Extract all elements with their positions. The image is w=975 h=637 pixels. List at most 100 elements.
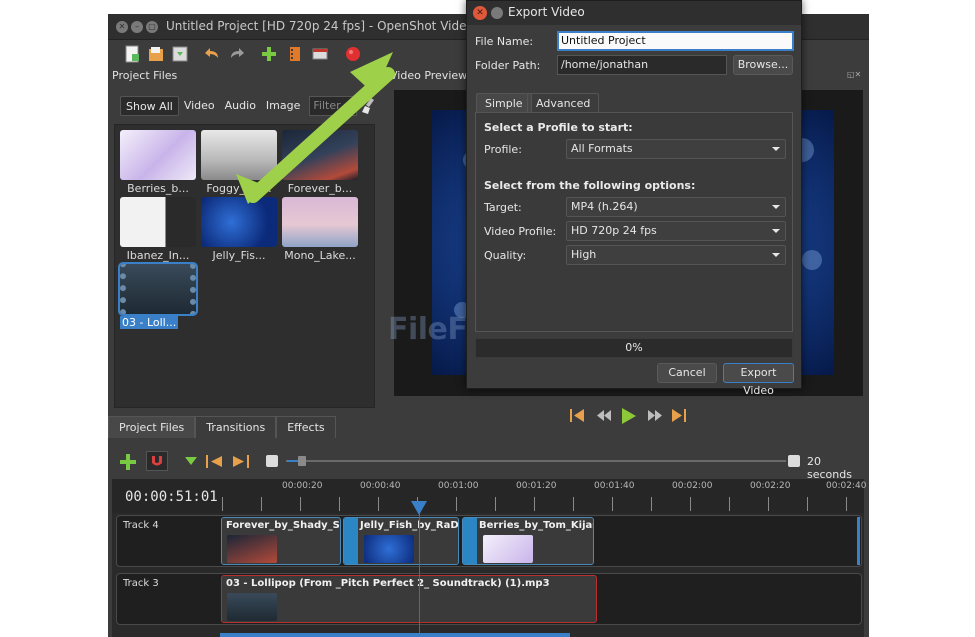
track-name: Track 3 [123,578,159,589]
clip[interactable]: Forever_by_Shady_S... [221,517,341,565]
add-track-icon[interactable] [118,452,138,472]
ruler-tick [456,497,457,511]
bottom-tabs: Project Files Transitions Effects [108,416,336,438]
ruler-label: 00:00:20 [282,481,323,491]
zoom-out-icon[interactable] [266,455,278,467]
play-icon[interactable] [622,408,636,424]
clip[interactable]: Berries_by_Tom_Kijas.j... [462,517,594,565]
clip-thumbnail [483,535,533,563]
maximize-window-icon[interactable]: ▢ [146,21,158,33]
window-title: Untitled Project [HD 720p 24 fps] - Open… [166,19,493,33]
tab-effects[interactable]: Effects [276,416,336,438]
ruler-tick [378,497,379,511]
profile-select[interactable]: All Formats [566,139,786,159]
export-video-button[interactable]: Export Video [723,363,794,397]
export-progress-bar: 0% [475,338,793,358]
clip-title: Jelly_Fish_by_RaDu_G... [360,520,459,531]
ruler-tick [339,497,340,511]
profile-label: Profile: [484,143,522,156]
browse-button[interactable]: Browse... [733,55,793,75]
add-marker-icon[interactable] [184,455,198,469]
ruler-label: 00:01:40 [594,481,635,491]
transition-marker[interactable] [344,518,358,564]
ruler-tick [495,497,496,511]
tab-simple[interactable]: Simple [476,93,532,113]
video-profile-select-value: HD 720p 24 fps [571,224,657,237]
ruler-tick [807,497,808,511]
dialog-title: Export Video [508,5,585,19]
magnet-icon [152,456,162,466]
minimize-window-icon[interactable]: – [131,21,143,33]
quality-select-value: High [571,248,597,261]
file-thumbnail [118,262,198,316]
profile-select-value: All Formats [571,142,633,155]
tab-advanced[interactable]: Advanced [527,93,600,113]
video-profile-label: Video Profile: [484,225,557,238]
fast-forward-icon[interactable] [648,410,662,421]
zoom-in-icon[interactable] [788,455,800,467]
track-4: Track 4 Forever_by_Shady_S... Jelly_Fish… [116,515,862,567]
playhead-handle[interactable] [411,501,427,515]
rewind-icon[interactable] [597,410,611,421]
ruler-tick [690,497,691,511]
folder-path-label: Folder Path: [475,59,541,72]
progress-text: 0% [625,341,643,354]
close-window-icon[interactable]: ✕ [116,21,128,33]
timeline-toolbar: 20 seconds [108,449,869,481]
clip-title: Forever_by_Shady_S... [226,520,341,531]
tab-project-files[interactable]: Project Files [108,416,196,438]
ruler-tick [612,497,613,511]
dialog-close-icon[interactable]: ✕ [473,6,487,20]
target-select[interactable]: MP4 (h.264) [566,197,786,217]
timecode-display: 00:00:51:01 [125,489,218,505]
clip-title: 03 - Lollipop (From _Pitch Perfect 2_ So… [226,578,550,589]
transition-marker[interactable] [463,518,477,564]
simple-tab-content: Select a Profile to start: Profile: All … [475,112,793,332]
horizontal-scrollbar[interactable] [220,633,570,637]
chevron-down-icon [772,253,780,257]
timeline-ruler[interactable]: 00:00:51:01 00:00:20 00:00:40 00:01:00 0… [112,479,866,513]
zoom-slider-handle[interactable] [298,456,306,466]
video-profile-select[interactable]: HD 720p 24 fps [566,221,786,241]
ruler-tick [729,497,730,511]
clip-thumbnail [227,593,277,621]
chevron-down-icon [772,147,780,151]
quality-select[interactable]: High [566,245,786,265]
folder-path-input[interactable]: /home/jonathan [557,55,727,75]
clip-title: Berries_by_Tom_Kijas.j... [479,520,593,531]
chevron-down-icon [772,229,780,233]
zoom-slider[interactable] [286,460,786,462]
playhead[interactable] [419,503,420,637]
ruler-label: 00:00:40 [360,481,401,491]
target-select-value: MP4 (h.264) [571,200,638,213]
audio-clip[interactable]: 03 - Lollipop (From _Pitch Perfect 2_ So… [221,575,597,623]
timeline: 00:00:51:01 00:00:20 00:00:40 00:01:00 0… [112,479,866,637]
profile-heading: Select a Profile to start: [484,121,633,134]
dialog-title-bar: ✕ Export Video [467,1,801,25]
previous-marker-icon[interactable] [205,454,225,470]
quality-label: Quality: [484,249,527,262]
snapping-toggle[interactable] [146,451,168,471]
options-heading: Select from the following options: [484,179,696,192]
preview-float-icon[interactable]: ◱✕ [847,70,861,79]
target-label: Target: [484,201,522,214]
file-label: Mono_Lake... [284,249,356,262]
clip[interactable]: Jelly_Fish_by_RaDu_G... [343,517,459,565]
ruler-tick [846,497,847,511]
track-edge [857,517,860,565]
tab-transitions[interactable]: Transitions [195,416,277,438]
file-label: Ibanez_In... [126,249,190,262]
file-item-selected[interactable]: 03 - Loll... [118,262,198,330]
dialog-minimize-icon[interactable] [491,7,503,19]
chevron-down-icon [772,205,780,209]
clip-thumbnail [227,535,277,563]
jump-start-icon[interactable] [570,409,584,422]
jump-end-icon[interactable] [672,409,686,422]
zoom-level-label: 20 seconds [807,455,852,481]
next-marker-icon[interactable] [231,454,251,470]
ruler-tick [573,497,574,511]
ruler-tick [534,497,535,511]
file-name-input[interactable]: Untitled Project [557,31,794,51]
ruler-tick [261,497,262,511]
cancel-button[interactable]: Cancel [657,363,717,383]
